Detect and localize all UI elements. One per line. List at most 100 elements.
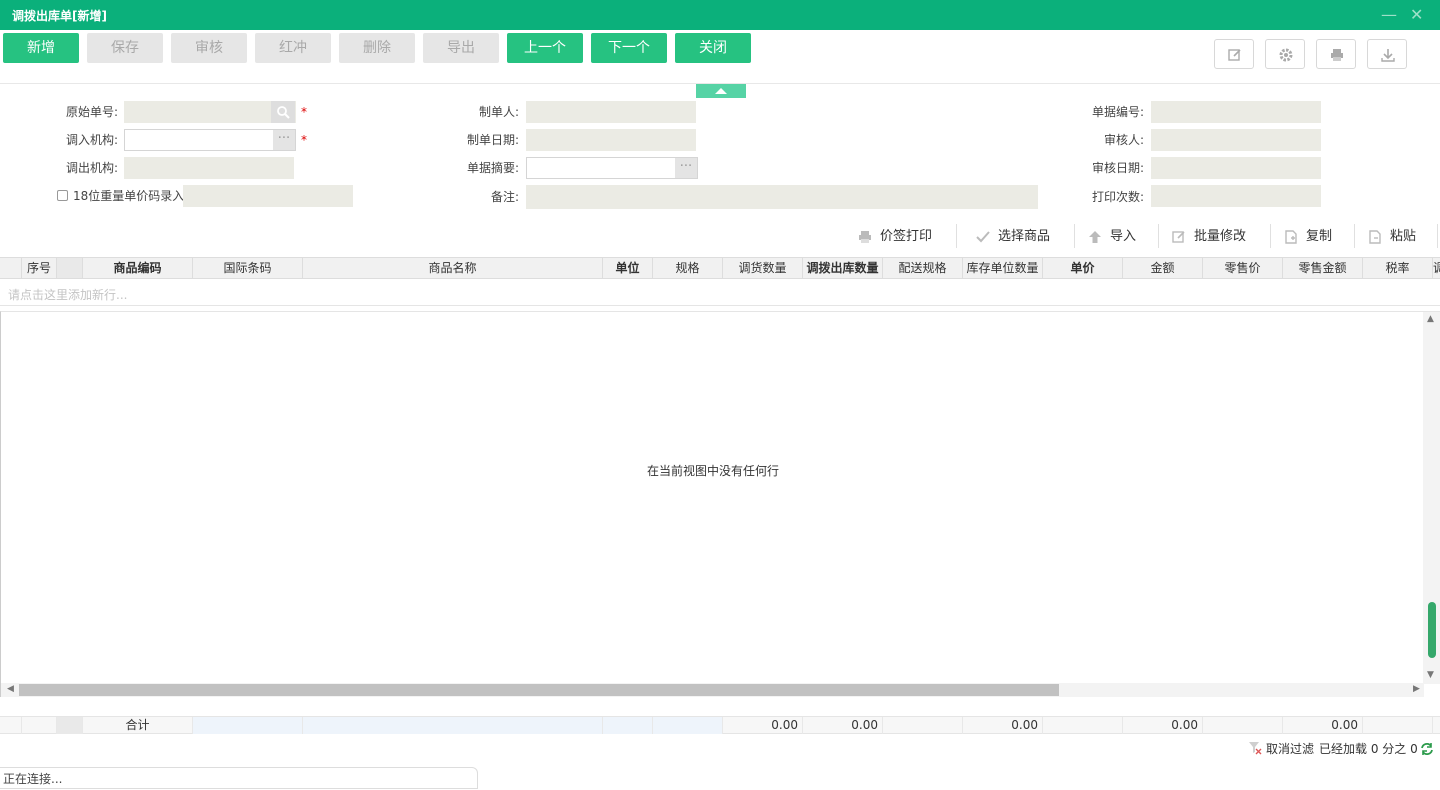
total-label: 合计: [83, 717, 193, 734]
paste-button[interactable]: 粘贴: [1368, 226, 1416, 248]
out-org-input[interactable]: [124, 157, 294, 179]
column-header[interactable]: 零售金额: [1283, 258, 1363, 278]
minimize-icon[interactable]: —: [1381, 7, 1397, 23]
more-dots-icon[interactable]: ···: [675, 158, 697, 178]
close-button[interactable]: 关闭: [675, 33, 751, 63]
scroll-right-icon[interactable]: ▶: [1413, 684, 1420, 694]
tool-divider: [1270, 224, 1271, 248]
download-button[interactable]: [1367, 39, 1407, 69]
previous-button[interactable]: 上一个: [507, 33, 583, 63]
stock-qty-total: 0.00: [963, 717, 1043, 734]
edit-icon: [1172, 231, 1185, 243]
footer-cell: [883, 717, 963, 734]
remark-label: 备注:: [490, 190, 519, 204]
select-goods-button[interactable]: 选择商品: [976, 226, 1050, 248]
vertical-scrollbar[interactable]: ▲ ▼: [1423, 312, 1440, 684]
retail-amount-total: 0.00: [1283, 717, 1363, 734]
amount-total: 0.00: [1123, 717, 1203, 734]
column-header[interactable]: 金额: [1123, 258, 1203, 278]
close-icon[interactable]: ✕: [1410, 7, 1423, 23]
make-date-label: 制单日期:: [466, 133, 519, 147]
empty-message: 在当前视图中没有任何行: [646, 464, 779, 478]
reverse-button[interactable]: 红冲: [255, 33, 331, 63]
copy-button[interactable]: 复制: [1284, 226, 1332, 248]
column-header[interactable]: 库存单位数量: [963, 258, 1043, 278]
maker-label: 制单人:: [478, 105, 519, 119]
import-label: 导入: [1110, 229, 1137, 244]
collapse-form-toggle[interactable]: [696, 84, 746, 98]
download-icon: [1381, 49, 1395, 62]
required-mark: *: [301, 133, 307, 147]
tool-divider: [956, 224, 957, 248]
footer-cell: [653, 717, 723, 734]
remark-textarea[interactable]: [526, 185, 1038, 209]
column-header[interactable]: 调: [1433, 258, 1440, 278]
audit-button[interactable]: 审核: [171, 33, 247, 63]
qty-total: 0.00: [723, 717, 803, 734]
footer-cell: [22, 717, 57, 734]
add-new-row[interactable]: 请点击这里添加新行...: [0, 284, 1440, 306]
in-org-label: 调入机构:: [65, 133, 118, 147]
filter-cancel-icon: [1249, 742, 1262, 755]
column-header[interactable]: 税率: [1363, 258, 1433, 278]
make-date-input: [526, 129, 696, 151]
print-count-input: [1151, 185, 1321, 207]
column-header[interactable]: 商品名称: [303, 258, 603, 278]
column-header[interactable]: 调拨出库数量: [803, 258, 883, 278]
gear-icon: [1279, 48, 1293, 62]
save-button[interactable]: 保存: [87, 33, 163, 63]
scrollbar-thumb[interactable]: [1428, 602, 1436, 658]
column-header[interactable]: 序号: [22, 258, 57, 278]
column-header[interactable]: 调货数量: [723, 258, 803, 278]
footer-cell: [1203, 717, 1283, 734]
column-header[interactable]: 单价: [1043, 258, 1123, 278]
summary-input[interactable]: ···: [526, 157, 698, 179]
batch-edit-button[interactable]: 批量修改: [1172, 226, 1246, 248]
grid-header: 序号 商品编码 国际条码 商品名称 单位 规格 调货数量 调拨出库数量 配送规格…: [0, 257, 1440, 279]
search-icon[interactable]: [271, 101, 295, 123]
scrollbar-thumb[interactable]: [19, 684, 1059, 696]
column-header[interactable]: 单位: [603, 258, 653, 278]
print-icon: [859, 231, 871, 243]
in-org-input[interactable]: ···: [124, 129, 296, 151]
weight-code-checkbox[interactable]: [57, 190, 68, 201]
tool-divider: [1437, 224, 1438, 248]
out-org-label: 调出机构:: [65, 161, 118, 175]
cancel-filter-label: 取消过滤: [1266, 742, 1315, 756]
column-header[interactable]: 规格: [653, 258, 723, 278]
print-button[interactable]: [1316, 39, 1356, 69]
next-button[interactable]: 下一个: [591, 33, 667, 63]
scroll-left-icon[interactable]: ◀: [7, 684, 14, 694]
cancel-filter-button[interactable]: 取消过滤: [1244, 738, 1314, 760]
original-no-input[interactable]: [124, 101, 296, 123]
scroll-up-icon[interactable]: ▲: [1427, 314, 1434, 324]
column-header[interactable]: 国际条码: [193, 258, 303, 278]
window-title: 调拨出库单[新增]: [12, 9, 107, 23]
more-dots-icon[interactable]: ···: [273, 130, 295, 150]
maker-input: [526, 101, 696, 123]
import-button[interactable]: 导入: [1088, 226, 1136, 248]
horizontal-scrollbar[interactable]: ◀ ▶: [0, 683, 1424, 697]
price-print-button[interactable]: 价签打印: [858, 226, 932, 248]
totals-row: 合计 0.00 0.00 0.00 0.00 0.00: [0, 716, 1440, 734]
audit-date-input: [1151, 157, 1321, 179]
loaded-count: 已经加载 0 分之 0: [1319, 742, 1418, 756]
column-header[interactable]: 零售价: [1203, 258, 1283, 278]
edit-button[interactable]: [1214, 39, 1254, 69]
refresh-icon[interactable]: [1420, 738, 1434, 760]
print-count-label: 打印次数:: [1091, 190, 1144, 204]
weight-code-input[interactable]: [183, 185, 353, 207]
column-header[interactable]: 商品编码: [83, 258, 193, 278]
column-header[interactable]: 配送规格: [883, 258, 963, 278]
footer-cell: [57, 717, 83, 734]
tool-divider: [1074, 224, 1075, 248]
footer-cell: [1363, 717, 1433, 734]
delete-button[interactable]: 删除: [339, 33, 415, 63]
new-button[interactable]: 新增: [3, 33, 79, 63]
scroll-down-icon[interactable]: ▼: [1427, 670, 1434, 680]
tool-divider: [1354, 224, 1355, 248]
header-indicator: [0, 258, 22, 278]
export-button[interactable]: 导出: [423, 33, 499, 63]
grid-body: 在当前视图中没有任何行 ▲ ▼: [0, 311, 1440, 684]
settings-button[interactable]: [1265, 39, 1305, 69]
